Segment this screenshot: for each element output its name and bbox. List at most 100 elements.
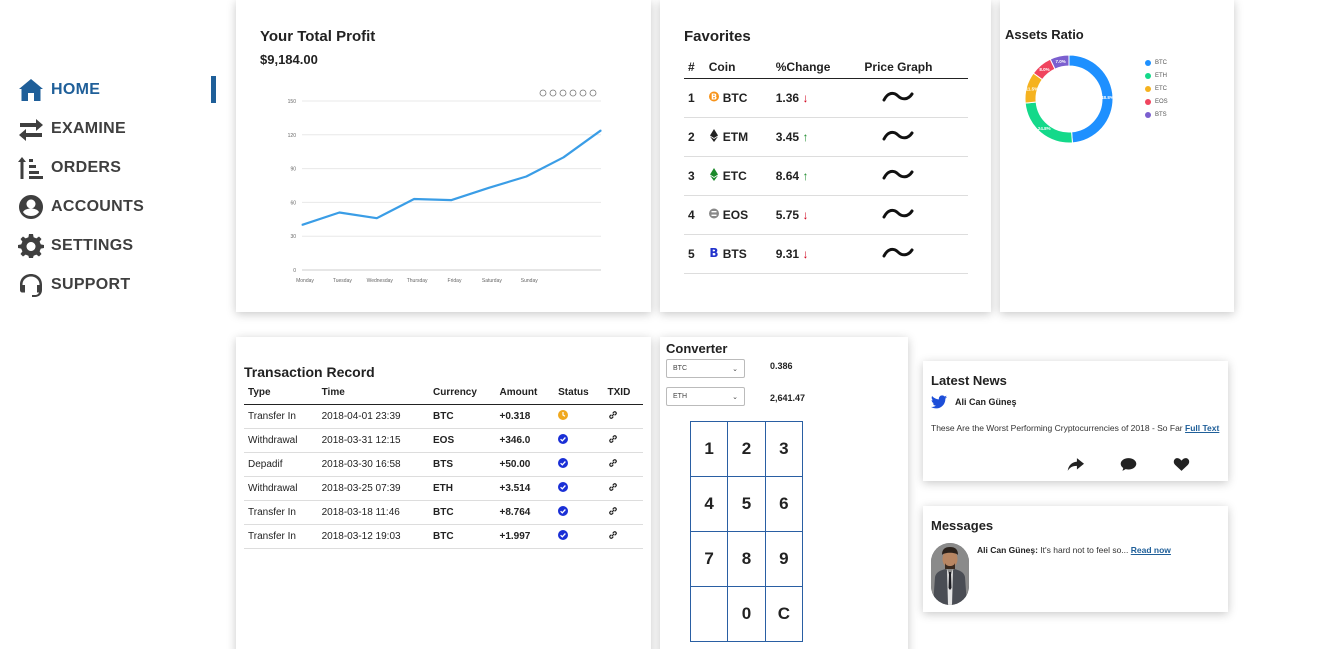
heart-icon[interactable] bbox=[1173, 457, 1190, 472]
favorite-change-cell: 8.64 ↑ bbox=[771, 156, 861, 196]
link-icon[interactable] bbox=[608, 482, 618, 492]
data-point bbox=[488, 187, 490, 189]
x-tick-label: Sunday bbox=[521, 278, 538, 284]
arrow-down-icon: ↓ bbox=[802, 207, 809, 222]
column-header: Type bbox=[244, 382, 318, 405]
tx-currency: BTS bbox=[429, 452, 496, 477]
zoom-in-icon[interactable] bbox=[539, 89, 547, 97]
profit-card: Your Total Profit $9,184.00 0 30 60 90 120 15… bbox=[236, 0, 651, 312]
pan-icon[interactable] bbox=[569, 89, 577, 97]
keypad-key[interactable]: 2 bbox=[727, 421, 766, 477]
link-icon[interactable] bbox=[608, 410, 618, 420]
favorite-row[interactable]: 5 B BTS 9.31 ↓ bbox=[684, 234, 968, 274]
favorite-row[interactable]: 4 EOS 5.75 ↓ bbox=[684, 195, 968, 235]
legend-item[interactable]: ETC bbox=[1145, 83, 1168, 96]
tx-amount: +8.764 bbox=[495, 500, 555, 525]
keypad-key[interactable]: 5 bbox=[727, 476, 766, 532]
reset-icon[interactable] bbox=[579, 89, 587, 97]
assets-card: Assets Ratio 48.8% 24.8% 11.5% 8.0% 7.0% BTC… bbox=[1000, 0, 1234, 312]
keypad-clear-key[interactable]: C bbox=[764, 586, 804, 642]
tx-time: 2018-03-31 12:15 bbox=[317, 428, 430, 453]
table-row[interactable]: Transfer In 2018-03-18 11:46 BTC +8.764 bbox=[244, 500, 643, 525]
news-title: Latest News bbox=[931, 373, 1007, 388]
table-row[interactable]: Transfer In 2018-03-12 19:03 BTC +1.997 bbox=[244, 524, 643, 549]
from-currency-select[interactable]: BTC ⌄ bbox=[666, 359, 745, 378]
legend-item[interactable]: BTC bbox=[1145, 57, 1168, 70]
tx-time: 2018-03-25 07:39 bbox=[317, 476, 430, 501]
sidebar-item-label: ACCOUNTS bbox=[51, 197, 145, 215]
keypad-key[interactable]: 4 bbox=[689, 476, 729, 532]
sidebar-item-home[interactable]: HOME bbox=[0, 70, 225, 109]
sidebar-item-label: EXAMINE bbox=[51, 119, 126, 137]
tx-id bbox=[603, 476, 643, 501]
favorite-row[interactable]: 1 B BTC 1.36 ↓ bbox=[684, 78, 968, 118]
link-icon[interactable] bbox=[608, 506, 618, 516]
slice-label: 24.8% bbox=[1038, 126, 1051, 131]
tx-time: 2018-04-01 23:39 bbox=[317, 404, 430, 429]
sparkline-icon bbox=[882, 247, 914, 258]
converter-title: Converter bbox=[666, 341, 728, 356]
to-currency-select[interactable]: ETH ⌄ bbox=[666, 387, 745, 406]
legend-marker bbox=[1145, 60, 1151, 67]
menu-icon[interactable] bbox=[589, 89, 597, 97]
favorite-change-cell: 5.75 ↓ bbox=[771, 195, 861, 235]
legend-item[interactable]: BTS bbox=[1145, 108, 1168, 121]
price-graph-cell bbox=[860, 117, 968, 157]
zoom-out-icon[interactable] bbox=[549, 89, 557, 97]
slice-label: 7.0% bbox=[1055, 59, 1065, 64]
messages-title: Messages bbox=[931, 518, 994, 533]
ethereum-classic-icon bbox=[709, 167, 719, 184]
legend-label: ETC bbox=[1155, 85, 1167, 92]
zoom-icon[interactable] bbox=[559, 89, 567, 97]
link-icon[interactable] bbox=[608, 530, 618, 540]
tx-status bbox=[554, 476, 604, 501]
tx-type: Transfer In bbox=[244, 524, 318, 549]
favorite-row[interactable]: 2 ETM 3.45 ↑ bbox=[684, 117, 968, 157]
table-row[interactable]: Depadif 2018-03-30 16:58 BTS +50.00 bbox=[244, 452, 643, 477]
keypad-key[interactable]: 8 bbox=[727, 531, 766, 587]
keypad-key[interactable]: 1 bbox=[689, 421, 729, 477]
x-tick-label: Wednesday bbox=[367, 278, 394, 284]
chevron-down-icon: ⌄ bbox=[732, 393, 738, 401]
comment-icon[interactable] bbox=[1120, 457, 1137, 472]
sparkline-icon bbox=[882, 91, 914, 102]
x-tick-label: Saturday bbox=[482, 278, 503, 284]
legend-item[interactable]: ETH bbox=[1145, 70, 1168, 83]
link-icon[interactable] bbox=[608, 458, 618, 468]
table-row[interactable]: Withdrawal 2018-03-25 07:39 ETH +3.514 bbox=[244, 476, 643, 501]
keypad-key[interactable]: 7 bbox=[689, 531, 729, 587]
legend-label: EOS bbox=[1155, 98, 1168, 105]
column-header: Time bbox=[317, 382, 430, 405]
keypad-key-empty[interactable] bbox=[689, 586, 729, 642]
favorite-row[interactable]: 3 ETC 8.64 ↑ bbox=[684, 156, 968, 196]
x-tick-label: Tuesday bbox=[333, 278, 352, 284]
share-icon[interactable] bbox=[1067, 457, 1084, 472]
read-now-link[interactable]: Read now bbox=[1131, 545, 1171, 555]
sidebar-item-examine[interactable]: EXAMINE bbox=[0, 109, 225, 148]
sidebar-item-accounts[interactable]: ACCOUNTS bbox=[0, 187, 225, 226]
chevron-down-icon: ⌄ bbox=[732, 365, 738, 373]
table-row[interactable]: Withdrawal 2018-03-31 12:15 EOS +346.0 bbox=[244, 428, 643, 453]
table-row[interactable]: Transfer In 2018-04-01 23:39 BTC +0.318 bbox=[244, 404, 643, 429]
assets-title: Assets Ratio bbox=[1005, 27, 1084, 42]
keypad-key[interactable]: 9 bbox=[764, 531, 804, 587]
sidebar-item-support[interactable]: SUPPORT bbox=[0, 265, 225, 304]
from-currency-value: BTC bbox=[673, 365, 687, 372]
sidebar-item-orders[interactable]: ORDERS bbox=[0, 148, 225, 187]
full-text-link[interactable]: Full Text bbox=[1185, 423, 1219, 433]
converter-card: Converter BTC ⌄ 0.386 ETH ⌄ 2,641.47 1 2… bbox=[660, 337, 908, 649]
tx-id bbox=[603, 428, 643, 453]
keypad-key[interactable]: 6 bbox=[764, 476, 804, 532]
sidebar-item-settings[interactable]: SETTINGS bbox=[0, 226, 225, 265]
chart-toolbar[interactable] bbox=[539, 89, 597, 97]
favorite-coin: ETM bbox=[722, 129, 749, 144]
link-icon[interactable] bbox=[608, 434, 618, 444]
check-circle-icon bbox=[558, 433, 569, 444]
arrow-down-icon: ↓ bbox=[802, 90, 809, 105]
keypad-key[interactable]: 0 bbox=[727, 586, 766, 642]
keypad-key[interactable]: 3 bbox=[764, 421, 804, 477]
news-actions bbox=[1067, 457, 1190, 472]
favorite-change-cell: 1.36 ↓ bbox=[771, 78, 861, 118]
legend-item[interactable]: EOS bbox=[1145, 95, 1168, 108]
user-circle-icon bbox=[18, 194, 46, 220]
